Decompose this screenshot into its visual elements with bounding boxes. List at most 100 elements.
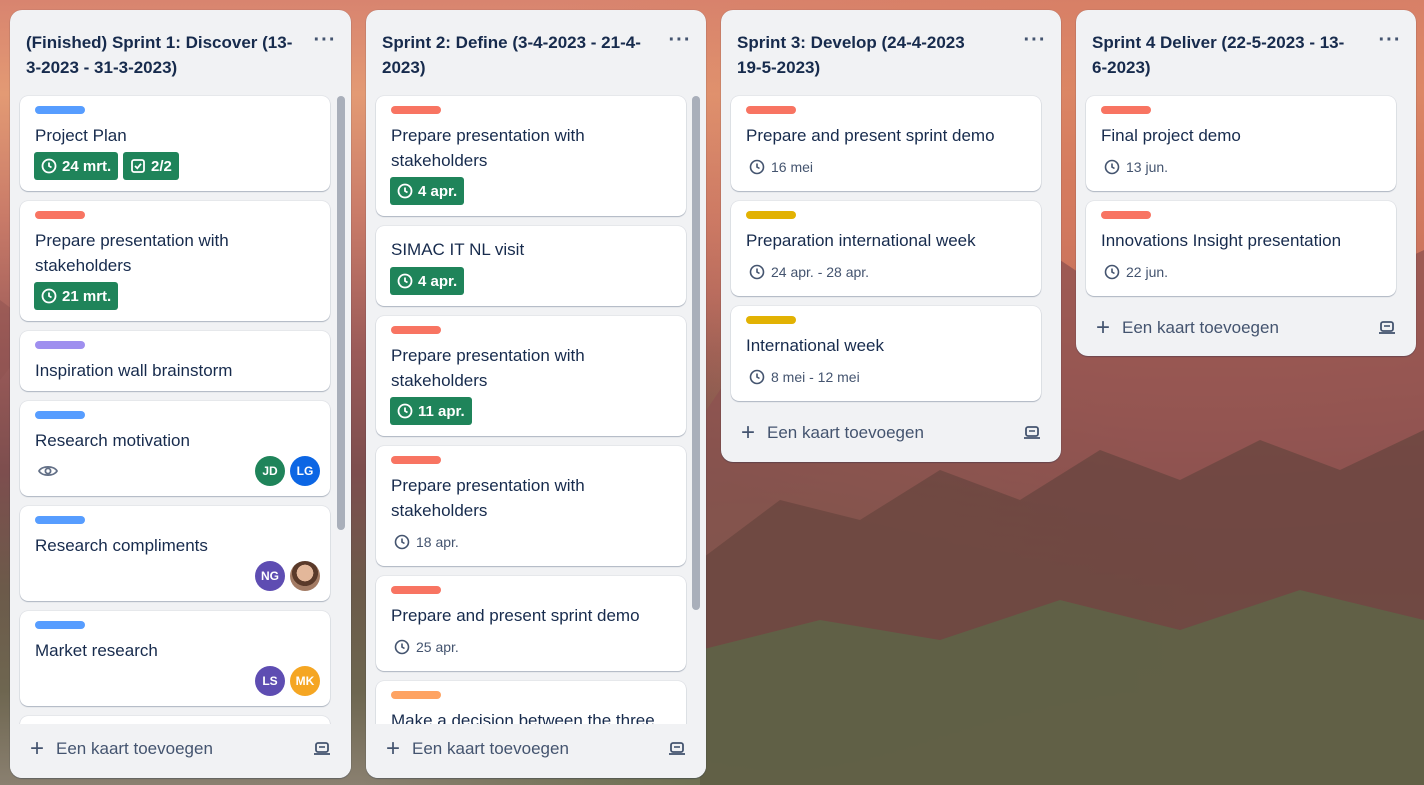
more-icon[interactable]: ··· xyxy=(313,30,337,50)
list-sprint-1: (Finished) Sprint 1: Discover (13-3-2023… xyxy=(10,10,351,778)
clock-icon xyxy=(41,288,57,304)
checklist-badge[interactable]: 2/2 xyxy=(123,152,179,180)
clock-icon xyxy=(1104,159,1120,175)
card[interactable]: Research compliments NG xyxy=(20,506,330,601)
date-badge[interactable]: 8 mei - 12 mei xyxy=(749,365,860,389)
date-badge[interactable]: 22 jun. xyxy=(1104,260,1168,284)
scroll-thumb[interactable] xyxy=(692,96,700,610)
list-sprint-2: Sprint 2: Define (3-4-2023 - 21-4-2023) … xyxy=(366,10,706,778)
due-date-badge[interactable]: 11 apr. xyxy=(390,397,472,425)
checklist-text: 2/2 xyxy=(151,157,172,175)
card-label[interactable] xyxy=(35,106,85,114)
card-title: Prepare presentation with stakeholders xyxy=(391,346,585,390)
card-title: Research motivation xyxy=(35,431,190,450)
card[interactable]: Market research LS MK xyxy=(20,611,330,706)
card[interactable]: Inspiration wall brainstorm xyxy=(20,331,330,391)
member-avatar[interactable]: MK xyxy=(290,666,320,696)
clock-icon xyxy=(749,369,765,385)
list-scrollbar[interactable] xyxy=(692,96,700,724)
add-card-button[interactable]: + Een kaart toevoegen xyxy=(741,418,1041,448)
card[interactable]: International week 8 mei - 12 mei xyxy=(731,306,1041,401)
due-date-text: 24 mrt. xyxy=(62,157,112,175)
date-badge[interactable]: 24 apr. - 28 apr. xyxy=(749,260,869,284)
card-title: Prepare presentation with stakeholders xyxy=(391,476,585,520)
card[interactable]: Project Plan 24 mrt. 2/2 xyxy=(20,96,330,191)
due-date-badge[interactable]: 4 apr. xyxy=(390,267,465,295)
card-title: Market research xyxy=(35,641,158,660)
card[interactable]: Final project demo 13 jun. xyxy=(1086,96,1396,191)
list-scrollbar[interactable] xyxy=(337,96,345,724)
add-card-button[interactable]: + Een kaart toevoegen xyxy=(30,734,330,764)
member-avatar[interactable]: LG xyxy=(290,456,320,486)
date-badge[interactable]: 18 apr. xyxy=(394,530,459,554)
date-badge[interactable]: 25 apr. xyxy=(394,635,459,659)
member-avatar-photo[interactable] xyxy=(290,561,320,591)
card-label[interactable] xyxy=(391,456,441,464)
card-template-icon[interactable] xyxy=(313,741,331,757)
card-label[interactable] xyxy=(746,316,796,324)
card[interactable]: Prepare presentation with stakeholders 4… xyxy=(376,96,686,216)
add-card-label: Een kaart toevoegen xyxy=(56,739,213,758)
card-template-icon[interactable] xyxy=(1023,425,1041,441)
date-text: 13 jun. xyxy=(1126,159,1169,175)
member-avatar[interactable]: LS xyxy=(255,666,285,696)
card-label[interactable] xyxy=(35,516,85,524)
add-card-button[interactable]: + Een kaart toevoegen xyxy=(386,734,686,764)
card-label[interactable] xyxy=(391,691,441,699)
card-label[interactable] xyxy=(35,621,85,629)
card-label[interactable] xyxy=(35,211,85,219)
plus-icon: + xyxy=(1096,314,1111,341)
card[interactable]: SIMAC IT NL visit 4 apr. xyxy=(376,226,686,306)
date-text: 8 mei - 12 mei xyxy=(771,369,860,385)
plus-icon: + xyxy=(386,735,401,762)
more-icon[interactable]: ··· xyxy=(1378,30,1402,50)
card[interactable]: Preparation international week 24 apr. -… xyxy=(731,201,1041,296)
date-badge[interactable]: 16 mei xyxy=(749,155,813,179)
card-label[interactable] xyxy=(35,411,85,419)
card-title: Project Plan xyxy=(35,126,127,145)
date-text: 24 apr. - 28 apr. xyxy=(771,264,870,280)
card-title: Prepare presentation with stakeholders xyxy=(35,231,229,275)
card-label[interactable] xyxy=(1101,106,1151,114)
member-avatar[interactable]: NG xyxy=(255,561,285,591)
date-text: 25 apr. xyxy=(416,639,459,655)
card[interactable]: Prepare presentation with stakeholders 2… xyxy=(20,201,330,321)
card-label[interactable] xyxy=(1101,211,1151,219)
due-date-badge[interactable]: 21 mrt. xyxy=(34,282,119,310)
card[interactable]: Prepare and present sprint demo 16 mei xyxy=(731,96,1041,191)
list-title[interactable]: (Finished) Sprint 1: Discover (13-3-2023… xyxy=(26,30,296,80)
due-date-badge[interactable]: 24 mrt. xyxy=(34,152,119,180)
date-badge[interactable]: 13 jun. xyxy=(1104,155,1168,179)
card-label[interactable] xyxy=(391,586,441,594)
more-icon[interactable]: ··· xyxy=(1023,30,1047,50)
due-date-badge[interactable]: 4 apr. xyxy=(390,177,465,205)
card[interactable]: Prepare presentation with stakeholders 1… xyxy=(376,446,686,566)
member-avatar[interactable]: JD xyxy=(255,456,285,486)
more-icon[interactable]: ··· xyxy=(668,30,692,50)
card-template-icon[interactable] xyxy=(668,741,686,757)
card-template-icon[interactable] xyxy=(1378,320,1396,336)
card[interactable]: Prepare presentation with stakeholders 1… xyxy=(376,316,686,436)
card-label[interactable] xyxy=(746,106,796,114)
list-title[interactable]: Sprint 4 Deliver (22-5-2023 - 13-6-2023) xyxy=(1092,30,1347,80)
card-label[interactable] xyxy=(391,106,441,114)
card[interactable]: Prepare and present sprint demo 25 apr. xyxy=(376,576,686,671)
card[interactable]: Research motivation JD LG xyxy=(20,401,330,496)
card-label[interactable] xyxy=(35,341,85,349)
card-label[interactable] xyxy=(391,326,441,334)
checklist-icon xyxy=(131,159,145,173)
list-title[interactable]: Sprint 3: Develop (24-4-2023 19-5-2023) xyxy=(737,30,992,80)
card-title: Innovations Insight presentation xyxy=(1101,231,1342,250)
add-card-button[interactable]: + Een kaart toevoegen xyxy=(1096,313,1396,343)
clock-icon xyxy=(397,183,413,199)
clock-icon xyxy=(749,264,765,280)
list-sprint-3: Sprint 3: Develop (24-4-2023 19-5-2023) … xyxy=(721,10,1061,462)
due-date-text: 4 apr. xyxy=(418,182,458,200)
card-label[interactable] xyxy=(746,211,796,219)
scroll-thumb[interactable] xyxy=(337,96,345,530)
card-title: Research compliments xyxy=(35,536,208,555)
plus-icon: + xyxy=(30,735,45,762)
card[interactable]: Innovations Insight presentation 22 jun. xyxy=(1086,201,1396,296)
list-title[interactable]: Sprint 2: Define (3-4-2023 - 21-4-2023) xyxy=(382,30,652,80)
card-title: Prepare and present sprint demo xyxy=(746,126,995,145)
